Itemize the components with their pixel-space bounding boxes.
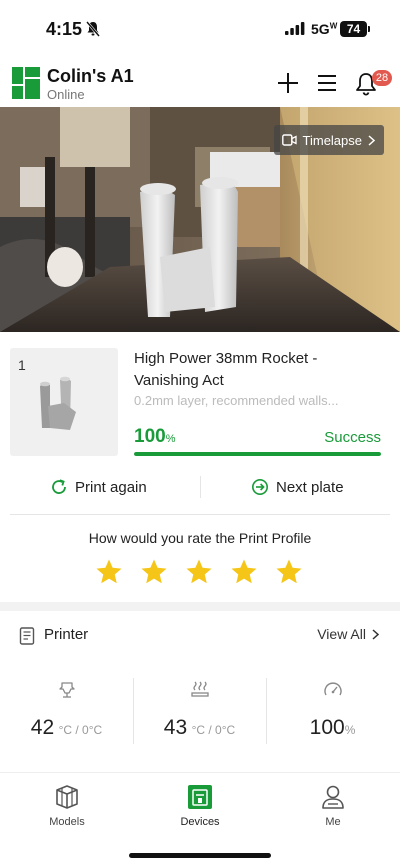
nozzle-temp-value: 42 °C / 0°C — [30, 716, 103, 739]
refresh-icon — [52, 479, 66, 494]
speed-gauge-icon — [323, 682, 342, 696]
bed-temperature[interactable]: 43 °C / 0°C — [133, 676, 266, 748]
battery-level: 74 — [340, 21, 367, 37]
printer-section-title: Printer — [44, 626, 89, 643]
arrow-right-circle-icon — [252, 479, 268, 495]
cellular-signal-icon — [285, 22, 305, 35]
star-icon[interactable] — [139, 557, 169, 587]
printer-section-header: Printer View All — [0, 620, 400, 650]
print-again-label: Print again — [75, 478, 147, 496]
models-cube-icon — [56, 785, 78, 809]
printer-doc-icon — [19, 627, 35, 645]
nozzle-icon — [58, 682, 75, 698]
rating-prompt: How would you rate the Print Profile — [88, 530, 312, 546]
status-bar: 4:15 5GW 74 — [0, 0, 400, 58]
star-icon[interactable] — [94, 557, 124, 587]
next-plate-label: Next plate — [276, 478, 344, 496]
printer-readouts: 42 °C / 0°C 43 °C / 0°C 100% — [0, 676, 400, 748]
star-icon[interactable] — [229, 557, 259, 587]
nozzle-temperature[interactable]: 42 °C / 0°C — [0, 676, 133, 748]
notification-badge: 28 — [372, 70, 392, 86]
heatbed-icon — [190, 681, 209, 697]
video-camera-icon — [281, 134, 297, 146]
star-rating — [94, 557, 304, 587]
print-again-button[interactable]: Print again — [50, 472, 147, 502]
view-all-link[interactable]: View All — [317, 626, 379, 642]
tab-me[interactable]: Me — [283, 783, 383, 828]
devices-printer-icon — [188, 785, 212, 809]
silent-bell-icon — [86, 21, 100, 37]
action-divider — [200, 476, 201, 498]
star-icon[interactable] — [274, 557, 304, 587]
battery-tip — [368, 26, 370, 32]
bambu-logo-icon — [12, 67, 40, 99]
plate-thumbnail[interactable]: 1 — [10, 348, 118, 456]
home-indicator — [129, 853, 271, 858]
network-type: 5GW — [311, 21, 338, 37]
device-status: Online — [47, 87, 85, 102]
job-subtitle: 0.2mm layer, recommended walls... — [134, 393, 339, 408]
job-status: Success — [324, 429, 381, 446]
job-actions: Print again Next plate — [0, 472, 400, 502]
model-preview-image — [40, 376, 76, 430]
bed-temp-value: 43 °C / 0°C — [163, 716, 236, 739]
view-all-label: View All — [317, 626, 366, 642]
divider — [10, 514, 390, 515]
status-time: 4:15 — [46, 19, 83, 39]
job-progress-percent: 100% — [134, 426, 176, 447]
tab-me-label: Me — [325, 816, 341, 828]
tab-devices-label: Devices — [180, 816, 220, 828]
section-separator — [0, 602, 400, 611]
device-name[interactable]: Colin's A1 — [47, 66, 134, 87]
job-progress-bar — [134, 452, 381, 456]
device-header: Colin's A1 Online 28 — [0, 60, 400, 106]
next-plate-button[interactable]: Next plate — [251, 472, 344, 502]
tab-models-label: Models — [49, 816, 85, 828]
profile-icon — [322, 785, 344, 809]
fan-speed-value: 100% — [309, 716, 356, 739]
chevron-right-icon — [372, 628, 379, 640]
star-icon[interactable] — [184, 557, 214, 587]
tab-devices[interactable]: Devices — [150, 783, 250, 828]
tab-models[interactable]: Models — [17, 783, 117, 828]
camera-feed[interactable]: Timelapse — [0, 107, 400, 332]
menu-icon[interactable] — [316, 73, 338, 93]
fan-speed[interactable]: 100% — [266, 676, 399, 748]
job-title: High Power 38mm Rocket - Vanishing Act — [134, 350, 318, 389]
timelapse-button[interactable]: Timelapse — [273, 125, 384, 155]
job-progress-fill — [134, 452, 381, 456]
add-icon[interactable] — [277, 72, 299, 94]
timelapse-label: Timelapse — [302, 132, 362, 148]
chevron-right-icon — [368, 134, 375, 146]
